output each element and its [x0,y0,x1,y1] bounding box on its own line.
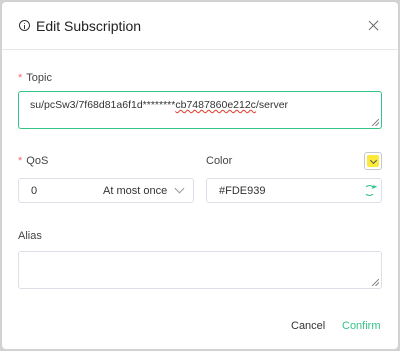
resize-handle[interactable] [372,119,379,126]
topic-value: su/pcSw3/7f68d81a6f1d********cb7487860e2… [30,99,288,111]
color-picker-swatch[interactable] [364,152,382,170]
qos-value-name: At most once [103,185,168,197]
qos-select[interactable]: 0 At most once [18,178,194,203]
confirm-button[interactable]: Confirm [342,320,381,332]
color-label: Color [206,155,233,167]
resize-handle[interactable] [372,279,379,286]
dialog-title: Edit Subscription [36,18,142,34]
topic-value-misspelled: cb7487860e212c [175,99,256,111]
color-input[interactable]: #FDE939 [206,178,382,203]
info-icon [19,20,30,31]
cancel-button[interactable]: Cancel [291,320,325,332]
dialog-header: Edit Subscription [2,2,398,50]
topic-textarea[interactable]: su/pcSw3/7f68d81a6f1d********cb7487860e2… [18,91,382,129]
topic-value-prefix: su/pcSw3/7f68d81a6f1d******** [30,99,176,111]
close-icon[interactable] [364,16,384,36]
topic-value-suffix: /server [255,99,289,111]
topic-label-text: Topic [26,72,52,84]
required-mark: * [18,72,23,84]
chevron-down-icon [174,183,185,194]
edit-subscription-dialog: Edit Subscription * Topic su/pcSw3/7f68d8… [2,2,398,349]
qos-value: 0 [31,185,38,197]
required-mark: * [18,155,23,167]
color-value: #FDE939 [219,185,266,197]
alias-label: Alias [18,230,42,242]
topic-label: * Topic [18,72,52,84]
qos-label: * QoS [18,155,48,167]
color-swatch-fill [367,155,379,167]
refresh-icon[interactable] [364,185,375,196]
qos-label-text: QoS [26,155,49,167]
alias-textarea[interactable] [18,251,382,289]
